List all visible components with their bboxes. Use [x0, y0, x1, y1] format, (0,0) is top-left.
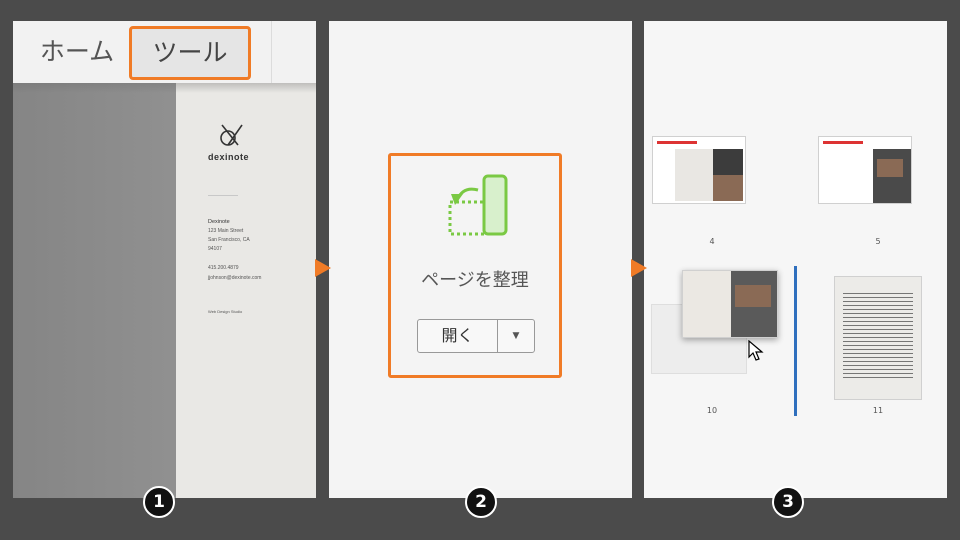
caret-down-icon[interactable]: ▼ [498, 320, 534, 352]
step2-panel: ページを整理 開く ▼ [329, 21, 632, 498]
brand-name: dexinote [208, 152, 250, 162]
thumbnail-content [683, 271, 731, 337]
dragged-page-thumbnail[interactable] [682, 270, 778, 338]
page-number: 5 [875, 237, 881, 246]
tab-home[interactable]: ホーム [21, 27, 133, 79]
address-line: Web Design Studio [208, 309, 243, 314]
dexinote-logo-icon [220, 124, 243, 146]
thumbnail-heading [657, 141, 697, 144]
thumbnail-image [735, 285, 771, 307]
next-step-arrow-icon [631, 259, 647, 277]
mouse-cursor-icon [748, 340, 764, 361]
step-badge-1: 1 [143, 486, 175, 518]
top-tab-bar: ホーム ツール [13, 21, 316, 83]
step3-panel: 4 5 10 11 [644, 21, 947, 498]
organize-pages-tool-card[interactable]: ページを整理 開く ▼ [388, 153, 562, 378]
address-line: 94107 [208, 246, 222, 252]
page-number: 11 [872, 406, 884, 415]
address-line: jjohnson@dexinote.com [208, 275, 262, 281]
step-badge-3: 3 [772, 486, 804, 518]
next-step-arrow-icon [315, 259, 331, 277]
thumbnail-image [713, 175, 743, 201]
step-badge-2: 2 [465, 486, 497, 518]
address-line: San Francisco, CA [208, 237, 250, 243]
thumbnail-content [675, 149, 713, 201]
page-number: 4 [709, 237, 715, 246]
address-line: 415.200.4879 [208, 265, 239, 271]
thumbnail-image [877, 159, 903, 177]
page-number: 10 [706, 406, 718, 415]
thumbnail-heading [823, 141, 863, 144]
toolbar-shadow [13, 83, 316, 93]
step1-panel: ホーム ツール dexinote Dexinote 123 Main Stree… [13, 21, 316, 498]
open-button[interactable]: 開く [418, 320, 498, 352]
document-page: dexinote Dexinote 123 Main Street San Fr… [176, 83, 316, 498]
tab-divider [271, 21, 272, 83]
tool-title: ページを整理 [421, 270, 529, 291]
page-thumbnail[interactable] [652, 136, 746, 204]
page-thumbnail[interactable] [834, 276, 922, 400]
address-line: 123 Main Street [208, 228, 244, 234]
insert-position-marker [794, 266, 797, 416]
organize-pages-icon [448, 174, 508, 236]
thumbnail-text-lines [843, 293, 913, 379]
address-line: Dexinote [208, 219, 230, 225]
thumbnail-image [713, 149, 743, 175]
tab-tools[interactable]: ツール [129, 26, 251, 80]
page-thumbnail[interactable] [818, 136, 912, 204]
open-button-group: 開く ▼ [417, 319, 535, 353]
document-canvas: dexinote Dexinote 123 Main Street San Fr… [13, 83, 316, 498]
divider [208, 195, 238, 196]
